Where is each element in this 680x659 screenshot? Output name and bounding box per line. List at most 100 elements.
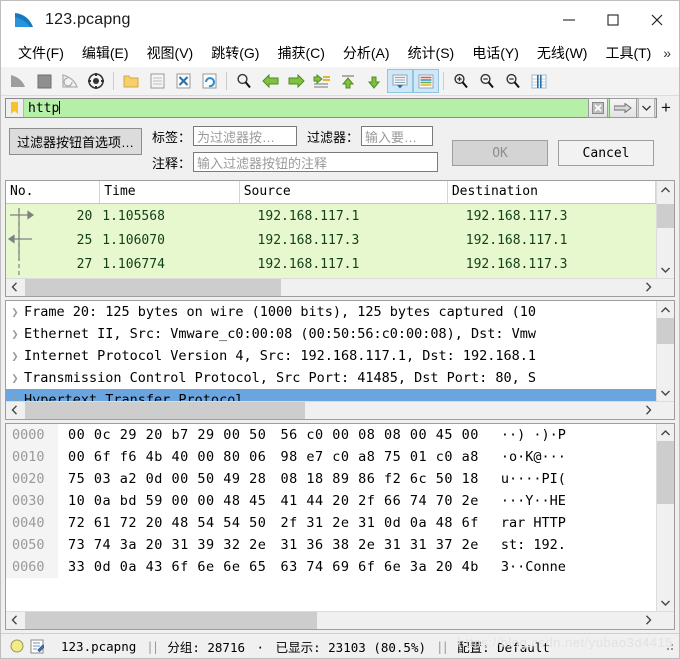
scroll-up-icon[interactable]	[657, 424, 674, 441]
go-to-last-icon[interactable]	[361, 69, 387, 93]
menu-capture[interactable]: 捕获(C)	[268, 41, 333, 65]
ok-button[interactable]: OK	[452, 140, 549, 166]
label-field[interactable]: 为过滤器按…	[193, 126, 298, 146]
scroll-thumb[interactable]	[25, 612, 317, 629]
scroll-up-icon[interactable]	[657, 181, 674, 198]
menu-telephony[interactable]: 电话(Y)	[463, 41, 528, 65]
start-capture-icon[interactable]	[5, 69, 31, 93]
scroll-thumb[interactable]	[657, 318, 674, 344]
scroll-down-icon[interactable]	[657, 384, 674, 401]
close-button[interactable]	[635, 1, 679, 39]
packet-list-horizontal-scrollbar[interactable]	[6, 278, 674, 296]
menu-overflow-button[interactable]: »	[663, 45, 679, 61]
menu-wireless[interactable]: 无线(W)	[528, 41, 597, 65]
packet-list-vertical-scrollbar[interactable]	[656, 181, 674, 278]
stop-capture-icon[interactable]	[31, 69, 57, 93]
scroll-thumb[interactable]	[657, 441, 674, 504]
menu-analyze[interactable]: 分析(A)	[334, 41, 399, 65]
hex-row[interactable]: 0020 75 03 a2 0d 00 50 49 28 08 18 89 86…	[6, 468, 656, 490]
minimize-button[interactable]	[547, 1, 591, 39]
resize-columns-icon[interactable]	[526, 69, 552, 93]
detail-tree-item[interactable]: ❯ Ethernet II, Src: Vmware_c0:00:08 (00:…	[6, 323, 656, 345]
scroll-left-icon[interactable]	[6, 613, 23, 628]
scroll-right-icon[interactable]	[640, 280, 657, 295]
menu-view[interactable]: 视图(V)	[138, 41, 203, 65]
chevron-right-icon[interactable]: ❯	[6, 305, 24, 319]
column-header-source[interactable]: Source	[240, 181, 448, 203]
save-file-icon[interactable]	[144, 69, 170, 93]
clear-filter-icon[interactable]	[588, 98, 608, 118]
restart-capture-icon[interactable]	[57, 69, 83, 93]
detail-tree-item-selected[interactable]: ❯ Hypertext Transfer Protocol	[6, 389, 656, 401]
hex-dump-horizontal-scrollbar[interactable]	[6, 611, 674, 629]
column-header-time[interactable]: Time	[100, 181, 240, 203]
filter-field[interactable]: 输入要…	[361, 126, 434, 146]
maximize-button[interactable]	[591, 1, 635, 39]
detail-tree-item[interactable]: ❯ Frame 20: 125 bytes on wire (1000 bits…	[6, 301, 656, 323]
chevron-right-icon[interactable]: ❯	[6, 349, 24, 363]
zoom-reset-icon[interactable]	[500, 69, 526, 93]
hex-dump-view[interactable]: 0000 00 0c 29 20 b7 29 00 50 56 c0 00 08…	[6, 424, 656, 611]
hex-row[interactable]: 0030 10 0a bd 59 00 00 48 45 41 44 20 2f…	[6, 490, 656, 512]
bookmark-icon[interactable]	[6, 99, 24, 117]
cancel-button[interactable]: Cancel	[558, 140, 655, 166]
scroll-track[interactable]	[23, 402, 640, 419]
hex-row[interactable]: 0050 73 74 3a 20 31 39 32 2e 31 36 38 2e…	[6, 534, 656, 556]
table-row[interactable]: 33 1.107116 192.168.117.3 192.168.117.1	[6, 276, 656, 278]
chevron-right-icon[interactable]: ❯	[6, 371, 24, 385]
packet-detail-vertical-scrollbar[interactable]	[656, 301, 674, 401]
menu-statistics[interactable]: 统计(S)	[399, 41, 464, 65]
go-back-icon[interactable]	[257, 69, 283, 93]
zoom-in-icon[interactable]	[448, 69, 474, 93]
table-row[interactable]: 25 1.106070 192.168.117.3 192.168.117.1	[6, 228, 656, 252]
hex-row[interactable]: 0060 33 0d 0a 43 6f 6e 6e 65 63 74 69 6f…	[6, 556, 656, 578]
menu-tools[interactable]: 工具(T)	[596, 41, 660, 65]
capture-comment-icon[interactable]	[29, 638, 45, 654]
scroll-up-icon[interactable]	[657, 301, 674, 318]
scroll-down-icon[interactable]	[657, 594, 674, 611]
scroll-right-icon[interactable]	[640, 403, 657, 418]
go-to-packet-icon[interactable]	[309, 69, 335, 93]
table-row[interactable]: 20 1.105568 192.168.117.1 192.168.117.3	[6, 204, 656, 228]
reload-file-icon[interactable]	[196, 69, 222, 93]
close-file-icon[interactable]	[170, 69, 196, 93]
scroll-track[interactable]	[657, 198, 674, 261]
menu-go[interactable]: 跳转(G)	[202, 41, 268, 65]
display-filter-input[interactable]: http	[5, 98, 657, 118]
scroll-left-icon[interactable]	[6, 403, 23, 418]
chevron-right-icon[interactable]: ❯	[6, 327, 24, 341]
go-forward-icon[interactable]	[283, 69, 309, 93]
scroll-down-icon[interactable]	[657, 261, 674, 278]
column-header-no[interactable]: No.	[6, 181, 101, 203]
capture-options-icon[interactable]	[83, 69, 109, 93]
scroll-track[interactable]	[657, 318, 674, 384]
scroll-thumb[interactable]	[25, 279, 281, 296]
hex-row[interactable]: 0000 00 0c 29 20 b7 29 00 50 56 c0 00 08…	[6, 424, 656, 446]
resize-grip-icon[interactable]	[663, 640, 675, 652]
hex-dump-vertical-scrollbar[interactable]	[656, 424, 674, 611]
filter-button-preferences-button[interactable]: 过滤器按钮首选项…	[9, 128, 143, 155]
find-packet-icon[interactable]	[231, 69, 257, 93]
detail-tree-item[interactable]: ❯ Transmission Control Protocol, Src Por…	[6, 367, 656, 389]
display-filter-value[interactable]: http	[24, 100, 588, 116]
packet-list-content[interactable]: No. Time Source Destination 20 1.105568 …	[6, 181, 656, 278]
comment-field[interactable]: 输入过滤器按钮的注释	[193, 152, 439, 172]
chevron-down-icon[interactable]	[638, 98, 655, 118]
colorize-icon[interactable]	[413, 69, 439, 93]
scroll-left-icon[interactable]	[6, 280, 23, 295]
table-row[interactable]: 27 1.106774 192.168.117.1 192.168.117.3	[6, 252, 656, 276]
packet-detail-tree[interactable]: ❯ Frame 20: 125 bytes on wire (1000 bits…	[6, 301, 656, 401]
hex-row[interactable]: 0040 72 61 72 20 48 54 54 50 2f 31 2e 31…	[6, 512, 656, 534]
hex-row[interactable]: 0010 00 6f f6 4b 40 00 80 06 98 e7 c0 a8…	[6, 446, 656, 468]
menu-edit[interactable]: 编辑(E)	[73, 41, 138, 65]
zoom-out-icon[interactable]	[474, 69, 500, 93]
go-to-first-icon[interactable]	[335, 69, 361, 93]
status-profile[interactable]: 配置: Default	[457, 637, 550, 656]
scroll-track[interactable]	[23, 279, 640, 296]
add-filter-button-button[interactable]: +	[657, 99, 675, 117]
apply-filter-icon[interactable]	[609, 98, 637, 118]
expert-info-icon[interactable]	[9, 638, 25, 654]
detail-tree-item[interactable]: ❯ Internet Protocol Version 4, Src: 192.…	[6, 345, 656, 367]
scroll-track[interactable]	[23, 612, 640, 629]
scroll-right-icon[interactable]	[640, 613, 657, 628]
